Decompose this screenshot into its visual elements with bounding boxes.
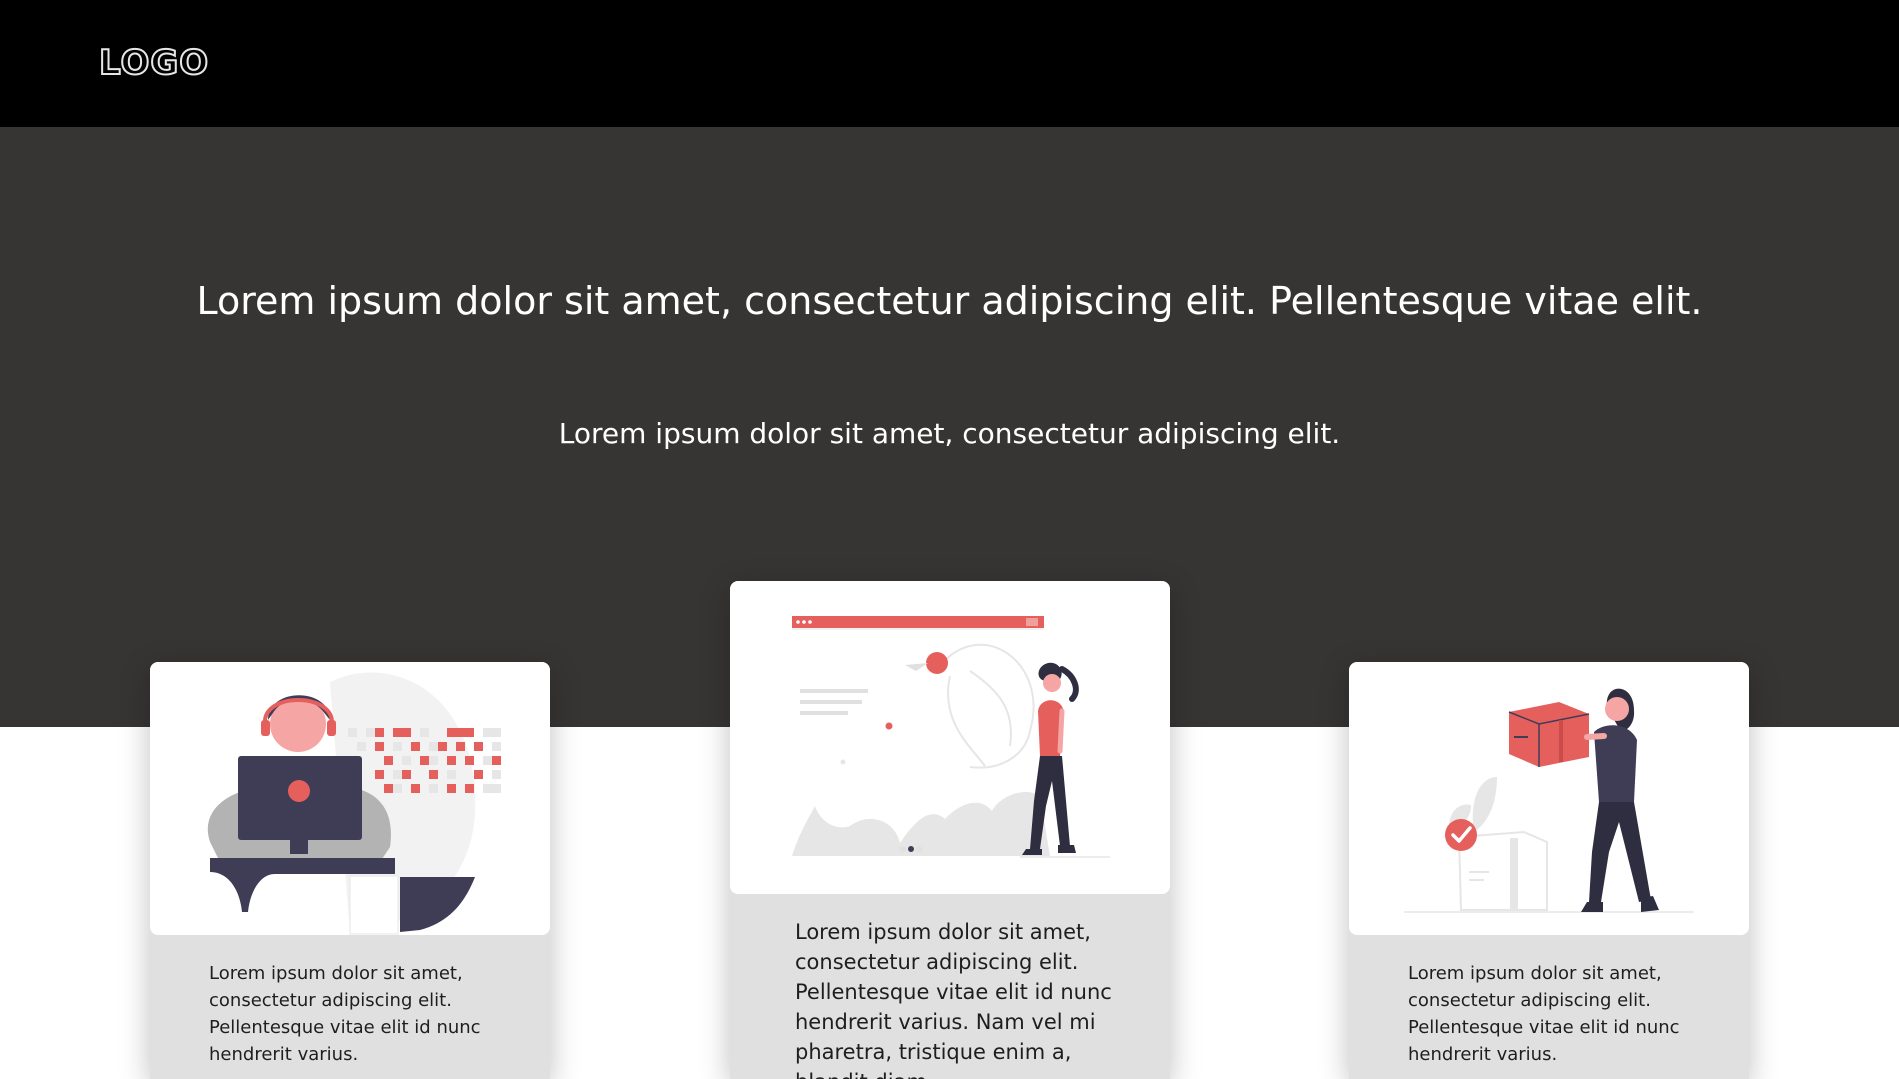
feature-card-3[interactable]: Lorem ipsum dolor sit amet, consectetur … bbox=[1349, 662, 1749, 1079]
card-image-3 bbox=[1349, 662, 1749, 935]
feature-card-1[interactable]: Lorem ipsum dolor sit amet, consectetur … bbox=[150, 662, 550, 1079]
woman-browser-window-illustration bbox=[792, 616, 1110, 858]
logo[interactable]: LOGO bbox=[98, 42, 209, 84]
feature-card-2[interactable]: Lorem ipsum dolor sit amet, consectetur … bbox=[730, 581, 1170, 1079]
woman-carrying-box-illustration bbox=[1404, 688, 1694, 913]
top-navbar: LOGO bbox=[0, 0, 1899, 127]
card-text-3: Lorem ipsum dolor sit amet, consectetur … bbox=[1408, 963, 1680, 1065]
page: LOGO Lorem ipsum dolor sit amet, consect… bbox=[0, 0, 1899, 1079]
card-text-2: Lorem ipsum dolor sit amet, consectetur … bbox=[795, 920, 1112, 1079]
hero-subtitle: Lorem ipsum dolor sit amet, consectetur … bbox=[558, 417, 1341, 450]
person-at-computer-illustration bbox=[207, 672, 501, 935]
hero-title: Lorem ipsum dolor sit amet, consectetur … bbox=[196, 279, 1703, 323]
card-image-2 bbox=[730, 581, 1170, 894]
card-image-1 bbox=[150, 662, 550, 935]
card-text-1: Lorem ipsum dolor sit amet, consectetur … bbox=[209, 963, 481, 1065]
